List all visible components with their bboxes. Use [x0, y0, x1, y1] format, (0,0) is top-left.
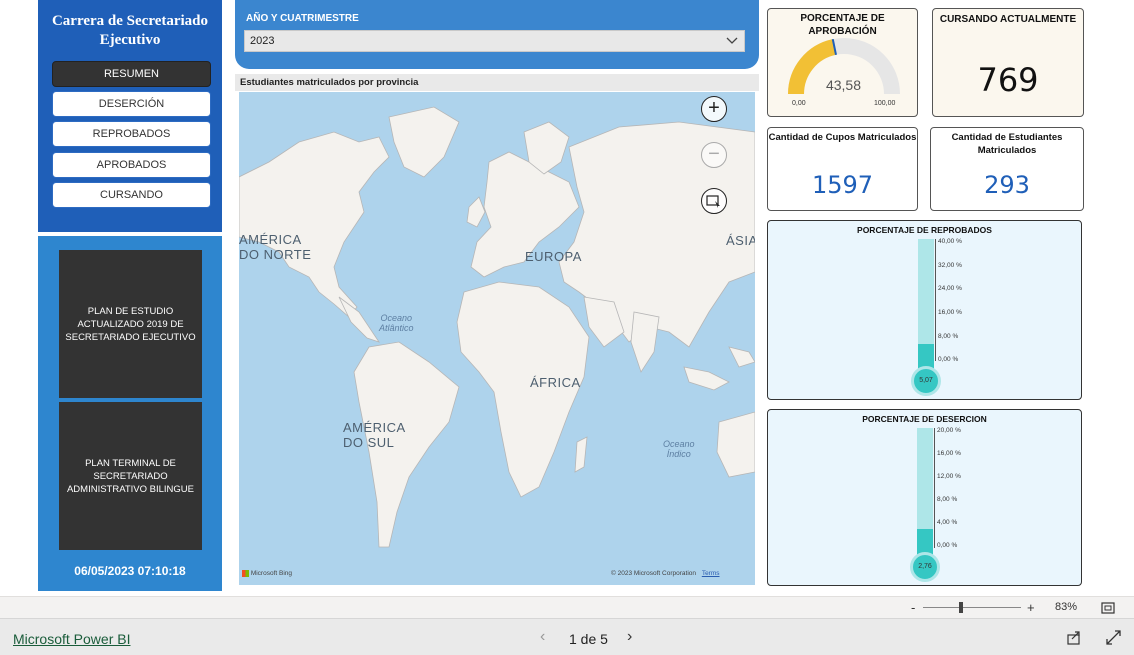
- students-enrolled-value: 293: [984, 171, 1030, 199]
- chevron-down-icon: [726, 31, 738, 57]
- dropout-rate-thermometer: PORCENTAJE DE DESERCION 2,76 20,00 % 16,…: [767, 409, 1082, 586]
- map-select-button[interactable]: [701, 188, 727, 214]
- zoom-slider-thumb[interactable]: [959, 602, 963, 613]
- share-icon[interactable]: [1067, 630, 1082, 650]
- label-north-america: AMÉRICA DO NORTE: [239, 232, 312, 262]
- approval-gauge: [788, 38, 900, 95]
- zoom-out-control[interactable]: -: [911, 600, 915, 615]
- plan-2019-label: PLAN DE ESTUDIO ACTUALIZADO 2019 DE SECR…: [65, 305, 196, 343]
- approval-value: 43,58: [825, 77, 862, 93]
- currently-enrolled-card: CURSANDO ACTUALMENTE 769: [932, 8, 1084, 117]
- label-africa: ÁFRICA: [530, 375, 581, 390]
- zoom-slider-track[interactable]: [923, 607, 1021, 608]
- nav-desercion-button[interactable]: DESERCIÓN: [52, 91, 211, 117]
- dropout-bulb: 2,76: [910, 552, 940, 582]
- label-indian-ocean: Oceano Índico: [663, 439, 695, 459]
- year-term-dropdown[interactable]: 2023: [244, 30, 745, 52]
- plans-panel: PLAN DE ESTUDIO ACTUALIZADO 2019 DE SECR…: [38, 236, 222, 591]
- terms-link[interactable]: Terms: [702, 570, 720, 577]
- dropout-rate-title: PORCENTAJE DE DESERCION: [862, 414, 987, 424]
- select-icon: [706, 195, 720, 208]
- plan-2019-button[interactable]: PLAN DE ESTUDIO ACTUALIZADO 2019 DE SECR…: [59, 250, 202, 398]
- nav-cursando-button[interactable]: CURSANDO: [52, 182, 211, 208]
- currently-enrolled-title: CURSANDO ACTUALMENTE: [939, 14, 1077, 25]
- refresh-timestamp: 06/05/2023 07:10:18: [74, 564, 186, 578]
- zoom-in-button[interactable]: +: [701, 96, 727, 122]
- powerbi-footer: Microsoft Power BI ‹ 1 de 5 ›: [0, 618, 1134, 655]
- plan-terminal-label: PLAN TERMINAL DE SECRETARIADO ADMINISTRA…: [66, 457, 195, 495]
- filter-label: AÑO Y CUATRIMESTRE: [246, 13, 359, 24]
- seats-enrolled-value: 1597: [811, 171, 874, 199]
- currently-enrolled-value: 769: [977, 61, 1039, 99]
- microsoft-logo-icon: [242, 570, 249, 577]
- failed-tick: 8,00 %: [938, 333, 959, 340]
- province-map[interactable]: AMÉRICA DO NORTE EUROPA ÁSIA ÁFRICA AMÉRI…: [239, 92, 755, 585]
- next-page-button[interactable]: ›: [627, 628, 632, 646]
- bing-attribution: Microsoft Bing: [242, 570, 292, 577]
- map-copyright: © 2023 Microsoft Corporation Terms: [611, 570, 720, 577]
- failed-tick: 0,00 %: [938, 356, 959, 363]
- students-enrolled-card: Cantidad de Estudiantes Matriculados 293: [930, 127, 1084, 211]
- dropout-tick: 20,00 %: [937, 427, 961, 434]
- year-term-filter: AÑO Y CUATRIMESTRE 2023: [235, 0, 759, 69]
- zoom-bar: - + 83%: [0, 596, 1134, 618]
- failed-tick: 16,00 %: [938, 309, 962, 316]
- approval-gauge-card: PORCENTAJE DE APROBACIÓN 43,58 0,00 100,…: [767, 8, 918, 117]
- zoom-level: 83%: [1055, 601, 1078, 613]
- bing-label: Microsoft Bing: [250, 570, 292, 578]
- failed-tick: 32,00 %: [938, 262, 962, 269]
- label-europe: EUROPA: [525, 249, 582, 264]
- nav-panel: Carrera de Secretariado Ejecutivo RESUME…: [38, 0, 222, 232]
- failed-rate-thermometer: PORCENTAJE DE REPROBADOS 5,07 40,00 % 32…: [767, 220, 1082, 400]
- failed-tick: 24,00 %: [938, 285, 962, 292]
- failed-tick: 40,00 %: [938, 238, 962, 245]
- zoom-in-control[interactable]: +: [1027, 600, 1035, 615]
- failed-axis: [935, 239, 936, 361]
- dropout-axis: [934, 428, 935, 548]
- nav-reprobados-button[interactable]: REPROBADOS: [52, 121, 211, 147]
- label-atlantic-ocean: Oceano Atlântico: [379, 313, 414, 333]
- dropout-tick: 4,00 %: [937, 519, 958, 526]
- approval-min: 0,00: [792, 100, 806, 107]
- zoom-out-button[interactable]: −: [701, 142, 727, 168]
- failed-rate-title: PORCENTAJE DE REPROBADOS: [857, 225, 992, 235]
- seats-enrolled-title: Cantidad de Cupos Matriculados: [768, 132, 917, 143]
- dropout-tick: 8,00 %: [937, 496, 958, 503]
- nav-resumen-button[interactable]: RESUMEN: [52, 61, 211, 87]
- label-south-america: AMÉRICA DO SUL: [343, 420, 406, 450]
- label-asia: ÁSIA: [726, 233, 755, 248]
- seats-enrolled-card: Cantidad de Cupos Matriculados 1597: [767, 127, 918, 211]
- dropout-tick: 12,00 %: [937, 473, 961, 480]
- world-map-graphic: [239, 106, 755, 548]
- map-title: Estudiantes matriculados por provincia: [235, 74, 759, 91]
- fullscreen-icon[interactable]: [1106, 630, 1121, 650]
- page-indicator: 1 de 5: [569, 631, 608, 647]
- plan-terminal-button[interactable]: PLAN TERMINAL DE SECRETARIADO ADMINISTRA…: [59, 402, 202, 550]
- dropout-tick: 0,00 %: [937, 542, 958, 549]
- approval-max: 100,00: [874, 100, 896, 107]
- prev-page-button[interactable]: ‹: [540, 628, 545, 646]
- copyright-text: © 2023 Microsoft Corporation: [611, 570, 696, 577]
- fit-to-page-icon[interactable]: [1101, 601, 1115, 619]
- students-enrolled-title: Cantidad de Estudiantes Matriculados: [951, 132, 1063, 156]
- failed-bulb: 5,07: [911, 366, 941, 396]
- career-title: Carrera de Secretariado Ejecutivo: [51, 13, 209, 48]
- dropout-tick: 16,00 %: [937, 450, 961, 457]
- nav-aprobados-button[interactable]: APROBADOS: [52, 152, 211, 178]
- powerbi-brand-link[interactable]: Microsoft Power BI: [13, 631, 130, 647]
- dropdown-value: 2023: [250, 35, 275, 47]
